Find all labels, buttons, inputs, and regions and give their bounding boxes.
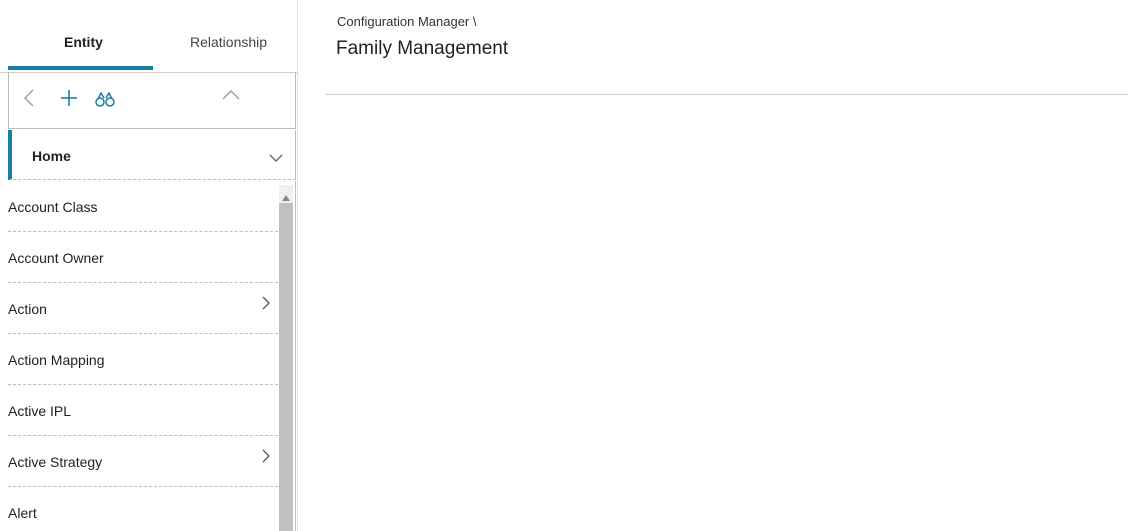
list-item[interactable]: Alert [8, 487, 278, 531]
list-item[interactable]: Active IPL [8, 385, 278, 436]
binoculars-icon[interactable] [95, 91, 115, 113]
list-item-label: Active IPL [8, 403, 72, 419]
list-item-label: Action [8, 301, 47, 317]
active-tab-indicator [8, 66, 153, 70]
chevron-up-icon[interactable] [221, 88, 241, 107]
list-item[interactable]: Active Strategy [8, 436, 278, 487]
chevron-right-icon[interactable] [262, 296, 270, 313]
tab-relationship[interactable]: Relationship [190, 34, 267, 50]
list-item[interactable]: Action [8, 283, 278, 334]
panel-divider [297, 0, 298, 531]
list-scrollbar[interactable] [279, 185, 293, 531]
scrollbar-thumb[interactable] [279, 203, 293, 531]
family-list: Account Class Account Owner Action Actio… [8, 181, 296, 531]
list-item[interactable]: Action Mapping [8, 334, 278, 385]
breadcrumb[interactable]: Configuration Manager \ [337, 14, 476, 29]
list-item-label: Active Strategy [8, 454, 103, 470]
list-item-label: Account Class [8, 199, 98, 215]
family-navigation-panel: Entity Relationship Home Account Class A… [0, 0, 297, 531]
panel-tabs: Entity Relationship [0, 0, 297, 73]
list-item-label: Alert [8, 505, 37, 521]
panel-toolbar [8, 72, 296, 129]
chevron-right-icon[interactable] [262, 449, 270, 466]
home-row[interactable]: Home [8, 130, 296, 180]
chevron-down-icon[interactable] [269, 150, 283, 168]
list-item-label: Action Mapping [8, 352, 105, 368]
list-item-label: Account Owner [8, 250, 104, 266]
chevron-left-icon[interactable] [23, 88, 35, 113]
main-content: Configuration Manager \ Family Managemen… [325, 0, 1128, 531]
app-window: Entity Relationship Home Account Class A… [0, 0, 1128, 531]
list-item[interactable]: Account Class [8, 181, 278, 232]
header-divider [325, 94, 1128, 95]
list-item[interactable]: Account Owner [8, 232, 278, 283]
page-title: Family Management [336, 38, 509, 59]
home-label: Home [32, 148, 71, 164]
plus-icon[interactable] [59, 88, 79, 113]
tab-entity[interactable]: Entity [64, 34, 103, 50]
